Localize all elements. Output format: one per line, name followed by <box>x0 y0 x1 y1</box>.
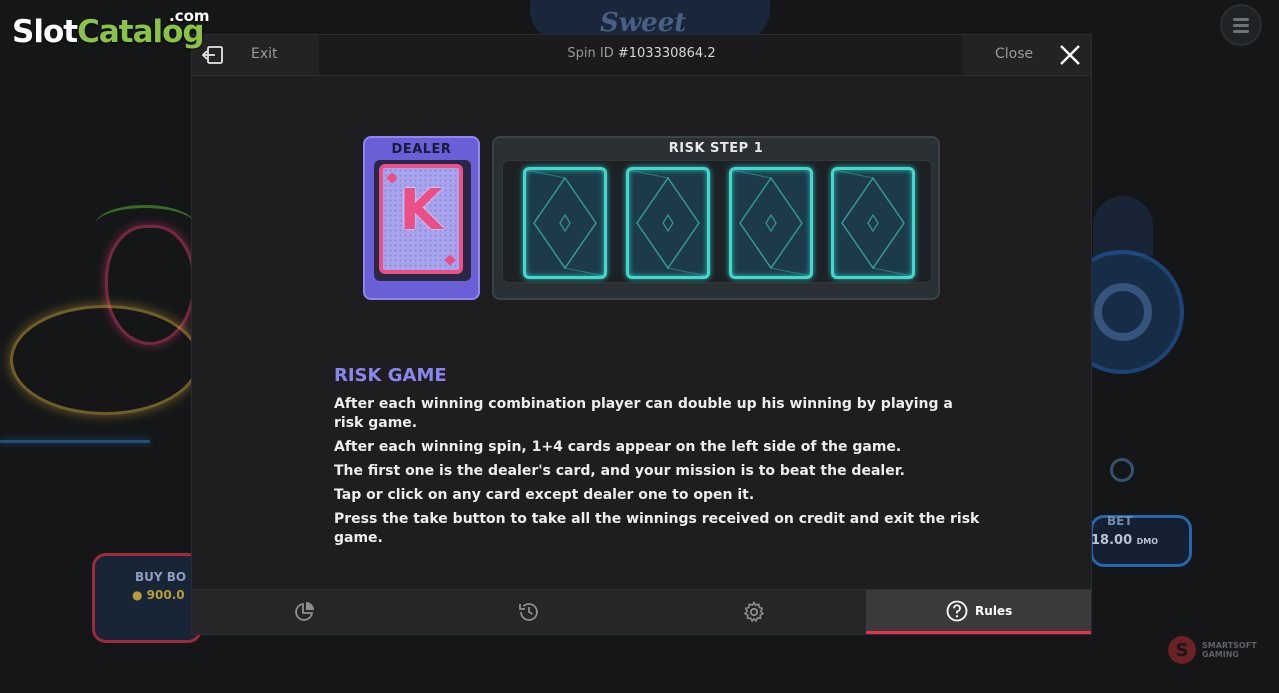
dealer-card: K <box>379 164 463 274</box>
risk-step-panel: RISK STEP 1 <box>492 136 940 300</box>
cake-decor <box>10 305 200 415</box>
card-back-icon <box>629 170 707 276</box>
provider-name: SMARTSOFT <box>1202 641 1257 650</box>
rules-paragraph: After each winning combination player ca… <box>334 396 953 431</box>
tab-history[interactable] <box>417 590 642 634</box>
gear-icon <box>743 600 765 623</box>
buy-bonus-value: ● 900.0 <box>132 588 185 602</box>
menu-icon <box>1220 4 1262 46</box>
rules-body: After each winning combination player ca… <box>334 395 984 553</box>
card-back-icon <box>834 170 912 276</box>
card-back-icon <box>732 170 810 276</box>
history-icon <box>519 603 539 621</box>
tab-rules[interactable]: Rules <box>866 590 1091 634</box>
dealer-card-rank: K <box>399 178 443 243</box>
tab-statistics[interactable] <box>192 590 417 634</box>
risk-card-3[interactable] <box>729 167 813 279</box>
diamond-suit-icon <box>444 254 456 266</box>
risk-step-title: RISK STEP 1 <box>668 141 764 156</box>
rules-heading: RISK GAME <box>334 365 447 386</box>
buy-bonus-label: BUY BO <box>135 570 187 584</box>
provider-logo: S <box>1168 636 1196 664</box>
pie-chart-icon <box>295 602 315 621</box>
bet-value: 18.00 DMO <box>1091 533 1159 548</box>
bottom-tab-bar: Rules <box>192 589 1091 634</box>
risk-card-2[interactable] <box>626 167 710 279</box>
spin-id: Spin ID #103330864.2 <box>192 46 1091 61</box>
tab-rules-label: Rules <box>975 603 1013 618</box>
help-icon <box>946 600 968 621</box>
download-icon <box>1093 196 1153 256</box>
autoplay-icon <box>1110 458 1134 482</box>
spin-arrows-icon <box>1094 283 1152 341</box>
tab-settings[interactable] <box>642 590 867 634</box>
spin-id-label: Spin ID <box>567 46 614 61</box>
modal-topbar: Exit Spin ID #103330864.2 Close <box>192 35 1091 76</box>
rules-paragraph: Tap or click on any card except dealer o… <box>334 487 755 503</box>
history-modal: Exit Spin ID #103330864.2 Close DEALER K… <box>191 34 1092 635</box>
card-back-icon <box>526 170 604 276</box>
risk-cards-row <box>502 160 932 283</box>
provider-subname: GAMING <box>1202 650 1239 659</box>
neon-line-decor <box>0 440 150 443</box>
rules-paragraph: Press the take button to take all the wi… <box>334 511 980 546</box>
close-label: Close <box>995 46 1034 62</box>
rules-paragraph: After each winning spin, 1+4 cards appea… <box>334 439 902 455</box>
close-button[interactable]: Close <box>963 35 1091 75</box>
provider-brand: S SMARTSOFT GAMING <box>1168 636 1257 664</box>
close-icon <box>1060 45 1080 65</box>
risk-card-4[interactable] <box>831 167 915 279</box>
watermark-logo: SlotCatalog .com <box>12 7 210 50</box>
dealer-title: DEALER <box>391 142 452 157</box>
rules-paragraph: The first one is the dealer's card, and … <box>334 463 905 479</box>
spin-id-value: #103330864.2 <box>617 46 716 61</box>
bet-label: BET <box>1107 514 1133 528</box>
risk-card-1[interactable] <box>523 167 607 279</box>
